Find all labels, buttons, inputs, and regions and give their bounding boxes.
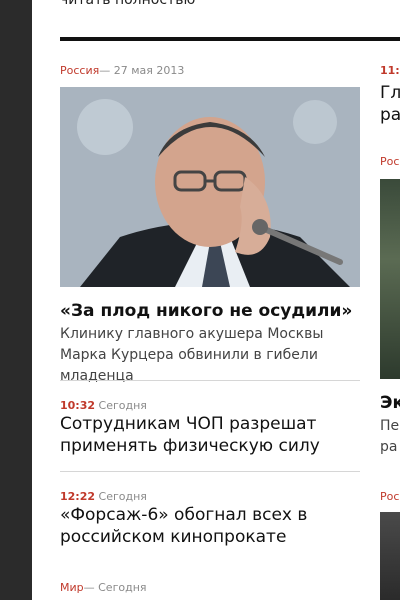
article-lead: Клинику главного акушера Москвы Марка Ку…: [60, 326, 324, 384]
article-meta: Россия— 27 мая 2013: [60, 64, 184, 77]
rubric-link[interactable]: Россия: [60, 64, 99, 77]
article-headline[interactable]: Сотрудникам ЧОП разрешат применять физич…: [60, 413, 360, 457]
article-photo[interactable]: [60, 87, 360, 287]
article-headline[interactable]: «Форсаж-6» обогнал всех в российском кин…: [60, 504, 385, 548]
meta-separator: —: [83, 581, 95, 594]
article-date: 27 мая 2013: [113, 64, 185, 77]
article-time: 10:32: [60, 399, 96, 412]
article-time: 12:22: [60, 490, 96, 503]
rc-headline-line1[interactable]: Гла: [380, 82, 400, 104]
rc-headline[interactable]: Эк: [380, 392, 400, 414]
rubric-link[interactable]: Мир: [60, 581, 84, 594]
article-meta: 10:32 Сегодня: [60, 399, 147, 412]
rc-lead-line2: ра: [380, 439, 398, 455]
article-date: Сегодня: [98, 581, 147, 594]
news-page: читать полностью Россия— 27 мая 2013 «За…: [32, 0, 400, 600]
article-headline[interactable]: «За плод никого не осудили»: [60, 300, 380, 322]
meta-separator: —: [99, 64, 111, 77]
right-column: 11:0 Гла ра Рос Эк Пе ра Рос: [380, 0, 400, 600]
rc-rubric[interactable]: Рос: [380, 155, 399, 168]
article-divider: [60, 380, 360, 381]
article-date: Сегодня: [98, 399, 147, 412]
rc-lead-line1: Пе: [380, 418, 400, 434]
rc-rubric[interactable]: Рос: [380, 490, 399, 503]
article-meta: 12:22 Сегодня: [60, 490, 147, 503]
article-date: Сегодня: [98, 490, 147, 503]
left-dark-gutter: [0, 0, 32, 600]
rc-time: 11:0: [380, 64, 400, 77]
article-meta: Мир— Сегодня: [60, 581, 147, 594]
portrait-illustration: [60, 87, 360, 287]
read-more-link[interactable]: читать полностью: [60, 0, 195, 8]
article-divider: [60, 471, 360, 472]
rc-photo[interactable]: [380, 179, 400, 379]
section-divider: [60, 37, 400, 41]
rc-headline-line2[interactable]: ра: [380, 104, 400, 126]
rc-photo[interactable]: [380, 512, 400, 600]
